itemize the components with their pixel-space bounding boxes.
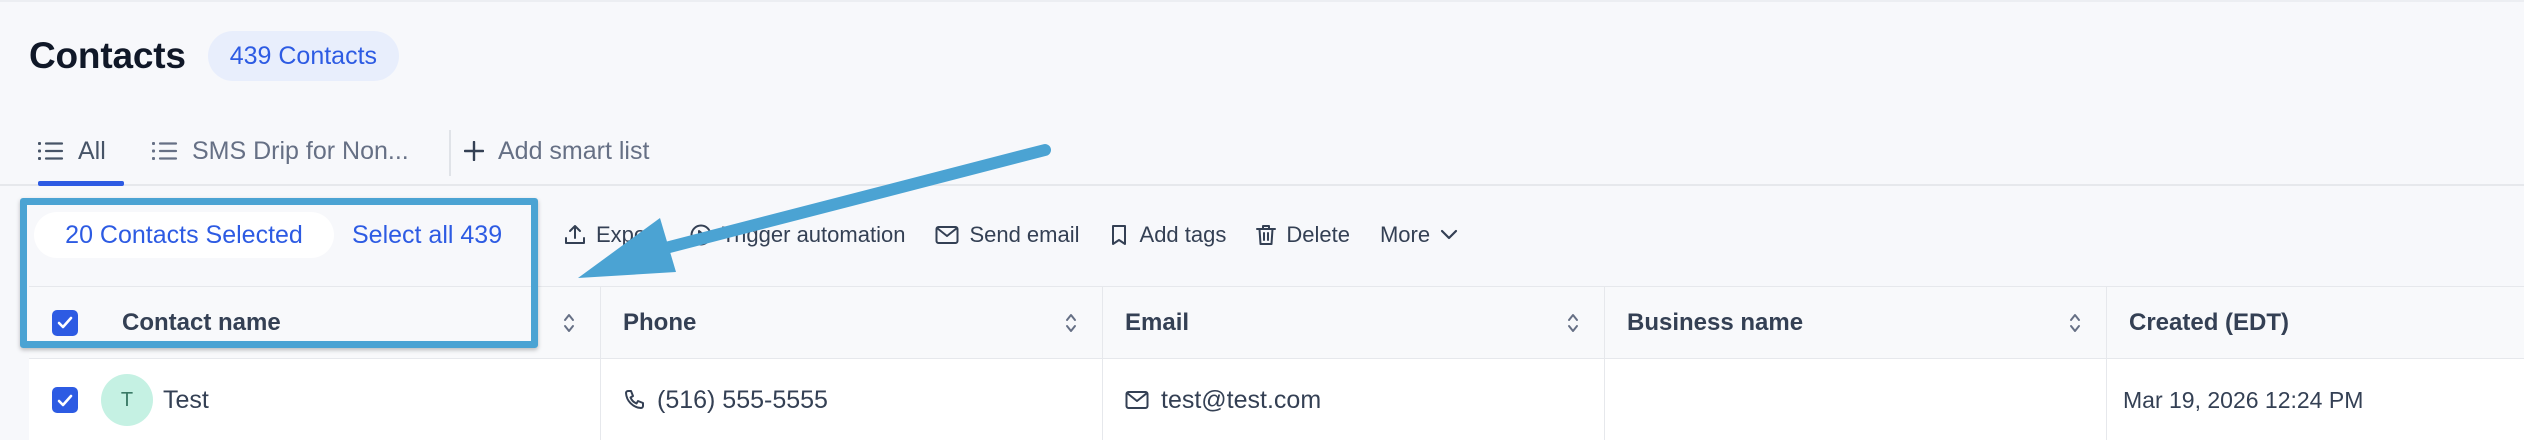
sort-icon[interactable] bbox=[562, 312, 576, 334]
delete-label: Delete bbox=[1286, 222, 1350, 247]
cell-created: Mar 19, 2026 12:24 PM bbox=[2107, 359, 2524, 440]
list-icon bbox=[152, 142, 178, 160]
smart-list-tabs: All SMS Drip for Non... Add smart list bbox=[0, 118, 2524, 186]
column-label: Phone bbox=[623, 308, 697, 336]
mail-icon bbox=[935, 226, 959, 244]
add-tags-label: Add tags bbox=[1139, 222, 1227, 247]
tag-icon bbox=[1111, 225, 1126, 245]
active-tab-indicator bbox=[38, 181, 124, 186]
chevron-down-icon bbox=[1440, 229, 1458, 240]
avatar: T bbox=[101, 374, 153, 426]
bulk-actions-bar: Export Trigger automation Send email Add… bbox=[564, 212, 1488, 258]
contact-name-link[interactable]: Test bbox=[163, 386, 209, 415]
cell-phone: (516) 555-5555 bbox=[601, 359, 1103, 440]
column-header-business-name[interactable]: Business name bbox=[1605, 287, 2107, 358]
tab-all[interactable]: All bbox=[38, 118, 124, 186]
export-button[interactable]: Export bbox=[564, 222, 660, 248]
sort-icon[interactable] bbox=[1566, 312, 1580, 334]
tab-divider bbox=[449, 130, 451, 176]
column-header-created[interactable]: Created (EDT) bbox=[2107, 287, 2524, 358]
trigger-automation-label: Trigger automation bbox=[721, 222, 906, 247]
add-smart-list-button[interactable]: Add smart list bbox=[464, 118, 649, 184]
contacts-count-badge: 439 Contacts bbox=[207, 31, 400, 81]
sort-icon[interactable] bbox=[2068, 312, 2082, 334]
check-icon bbox=[57, 394, 73, 406]
column-label: Email bbox=[1125, 308, 1190, 336]
send-email-button[interactable]: Send email bbox=[935, 222, 1080, 248]
mail-icon bbox=[1125, 391, 1149, 409]
trigger-automation-button[interactable]: Trigger automation bbox=[690, 222, 906, 248]
email-value[interactable]: test@test.com bbox=[1161, 386, 1321, 415]
add-smart-list-label: Add smart list bbox=[498, 136, 650, 165]
cell-business-name bbox=[1605, 359, 2107, 440]
send-email-label: Send email bbox=[969, 222, 1080, 247]
column-label: Created (EDT) bbox=[2129, 308, 2290, 336]
sort-icon[interactable] bbox=[1064, 312, 1078, 334]
cell-contact-name: T Test bbox=[29, 359, 601, 440]
export-label: Export bbox=[596, 222, 660, 247]
phone-value[interactable]: (516) 555-5555 bbox=[657, 386, 828, 415]
tab-all-label: All bbox=[78, 136, 106, 165]
page-header: Contacts 439 Contacts bbox=[29, 30, 400, 82]
more-label: More bbox=[1379, 222, 1431, 247]
top-divider bbox=[0, 0, 2524, 2]
row-checkbox[interactable] bbox=[52, 387, 78, 413]
list-icon bbox=[38, 142, 64, 160]
column-label: Business name bbox=[1627, 308, 1804, 336]
trash-icon bbox=[1256, 225, 1277, 245]
plus-icon bbox=[464, 141, 484, 161]
page-title: Contacts bbox=[29, 35, 186, 76]
play-circle-icon bbox=[690, 224, 712, 246]
add-tags-button[interactable]: Add tags bbox=[1110, 222, 1227, 248]
table-row[interactable]: T Test (516) 555-5555 test@test.com Mar … bbox=[29, 359, 2524, 440]
more-actions-dropdown[interactable]: More bbox=[1380, 222, 1458, 248]
upload-icon bbox=[565, 225, 585, 244]
annotation-highlight-box bbox=[20, 198, 538, 348]
delete-button[interactable]: Delete bbox=[1256, 222, 1350, 248]
created-value: Mar 19, 2026 12:24 PM bbox=[2123, 386, 2364, 413]
column-header-phone[interactable]: Phone bbox=[601, 287, 1103, 358]
tab-sms-drip[interactable]: SMS Drip for Non... bbox=[152, 118, 409, 184]
tab-sms-drip-label: SMS Drip for Non... bbox=[192, 136, 409, 165]
phone-icon bbox=[625, 390, 644, 409]
column-header-email[interactable]: Email bbox=[1103, 287, 1605, 358]
cell-email: test@test.com bbox=[1103, 359, 1605, 440]
